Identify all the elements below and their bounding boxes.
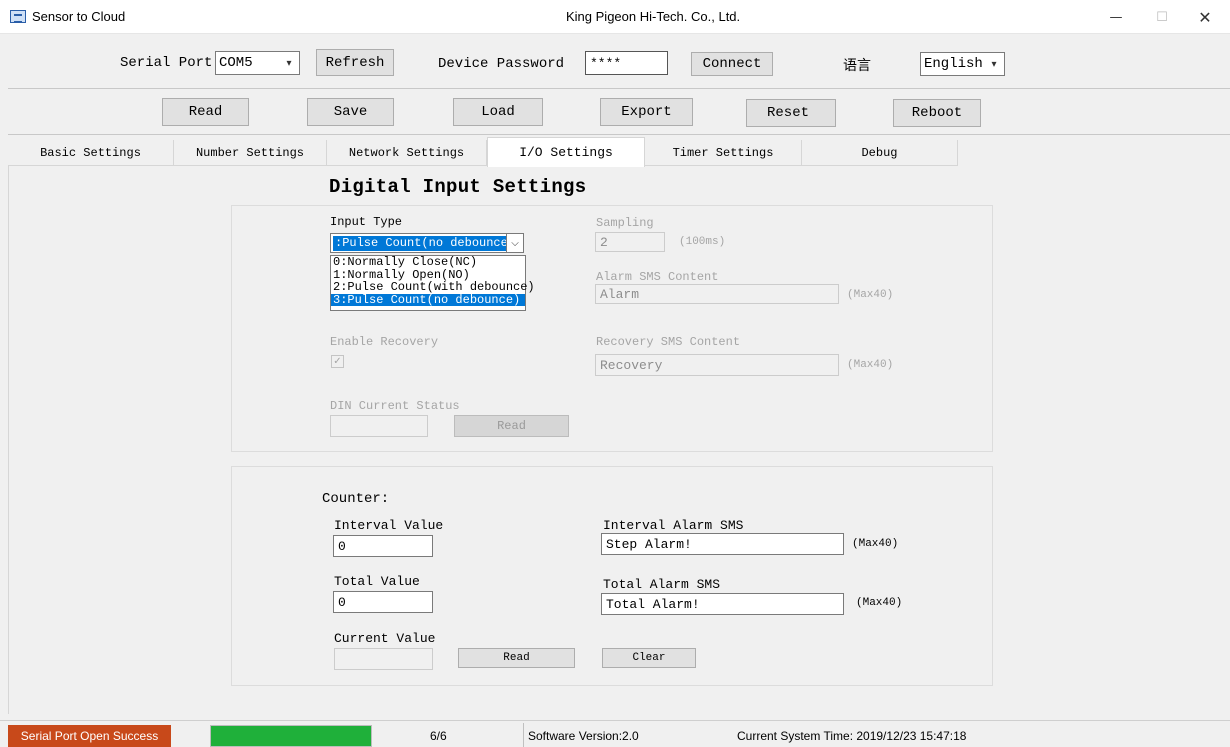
progress-bar — [210, 725, 372, 747]
sampling-label: Sampling — [596, 216, 654, 230]
progress-fill — [211, 726, 371, 746]
din-read-button[interactable]: Read — [454, 415, 569, 437]
interval-value-label: Interval Value — [334, 518, 444, 533]
interval-alarm-label: Interval Alarm SMS — [603, 518, 744, 533]
minimize-icon: — — [1109, 9, 1123, 25]
alarm-sms-max: (Max40) — [847, 289, 894, 301]
total-value-field[interactable]: 0 — [333, 591, 433, 613]
counter-read-button[interactable]: Read — [458, 648, 575, 668]
divider — [8, 88, 1230, 89]
interval-alarm-max: (Max40) — [852, 538, 899, 550]
progress-text: 6/6 — [430, 729, 447, 743]
reboot-button[interactable]: Reboot — [893, 99, 981, 127]
load-button[interactable]: Load — [453, 98, 543, 126]
read-button[interactable]: Read — [162, 98, 249, 126]
title-bar: Sensor to Cloud King Pigeon Hi-Tech. Co.… — [0, 0, 1230, 34]
input-type-value: :Pulse Count(no debounce) — [333, 235, 518, 251]
serial-port-value: COM5 — [219, 55, 253, 71]
save-button[interactable]: Save — [307, 98, 394, 126]
digital-input-heading: Digital Input Settings — [329, 176, 587, 198]
recovery-sms-label: Recovery SMS Content — [596, 335, 741, 349]
chevron-down-icon: ▾ — [991, 58, 997, 70]
chevron-down-icon: ⌵ — [506, 234, 523, 252]
tab-io-settings[interactable]: I/O Settings — [487, 137, 645, 167]
divider — [523, 723, 524, 747]
serial-port-label: Serial Port — [120, 55, 213, 71]
device-password-label: Device Password — [438, 56, 565, 72]
tab-debug[interactable]: Debug — [802, 140, 958, 166]
sampling-field[interactable]: 2 — [595, 232, 665, 252]
counter-clear-button[interactable]: Clear — [602, 648, 696, 668]
total-alarm-field[interactable]: Total Alarm! — [601, 593, 844, 615]
interval-alarm-field[interactable]: Step Alarm! — [601, 533, 844, 555]
total-value-label: Total Value — [334, 574, 420, 589]
company-name: King Pigeon Hi-Tech. Co., Ltd. — [566, 9, 741, 24]
din-status-field — [330, 415, 428, 437]
window-title: Sensor to Cloud — [32, 9, 126, 24]
software-version: Software Version:2.0 — [528, 729, 639, 743]
total-alarm-label: Total Alarm SMS — [603, 577, 721, 592]
din-status-label: DIN Current Status — [330, 399, 460, 413]
tab-timer-settings[interactable]: Timer Settings — [645, 140, 802, 166]
app-icon — [10, 10, 26, 23]
language-select[interactable]: English ▾ — [920, 52, 1005, 76]
dropdown-option[interactable]: 2:Pulse Count(with debounce) — [331, 281, 535, 294]
recovery-sms-field[interactable]: Recovery — [595, 354, 839, 376]
input-type-dropdown-list[interactable]: 0:Normally Close(NC) 1:Normally Open(NO)… — [330, 255, 535, 311]
dropdown-option[interactable]: 0:Normally Close(NC) — [331, 256, 525, 269]
tab-network-settings[interactable]: Network Settings — [327, 140, 487, 166]
interval-value-field[interactable]: 0 — [333, 535, 433, 557]
system-time: Current System Time: 2019/12/23 15:47:18 — [737, 729, 967, 743]
language-label: 语言 — [843, 57, 871, 73]
export-button[interactable]: Export — [600, 98, 693, 126]
dropdown-option-selected[interactable]: 3:Pulse Count(no debounce) — [331, 293, 525, 306]
maximize-icon: ☐ — [1156, 9, 1168, 25]
alarm-sms-label: Alarm SMS Content — [596, 270, 719, 284]
language-value: English — [924, 56, 983, 72]
recovery-sms-max: (Max40) — [847, 359, 894, 371]
close-button[interactable]: ✕ — [1182, 0, 1228, 34]
total-alarm-max: (Max40) — [856, 597, 903, 609]
tab-number-settings[interactable]: Number Settings — [174, 140, 327, 166]
current-value-field — [334, 648, 433, 670]
refresh-button[interactable]: Refresh — [316, 49, 394, 76]
alarm-sms-field[interactable]: Alarm — [595, 284, 839, 304]
tab-basic-settings[interactable]: Basic Settings — [8, 140, 174, 166]
enable-recovery-checkbox[interactable]: ✓ — [331, 355, 344, 368]
input-type-select[interactable]: :Pulse Count(no debounce) ⌵ — [330, 233, 524, 253]
check-icon: ✓ — [333, 356, 342, 367]
status-message: Serial Port Open Success — [8, 725, 171, 747]
device-password-field[interactable]: **** — [585, 51, 668, 75]
divider — [8, 134, 1230, 135]
connect-button[interactable]: Connect — [691, 52, 773, 76]
enable-recovery-label: Enable Recovery — [330, 335, 439, 349]
chevron-down-icon: ▾ — [286, 57, 292, 69]
input-type-label: Input Type — [330, 215, 403, 229]
maximize-button[interactable]: ☐ — [1139, 0, 1185, 34]
reset-button[interactable]: Reset — [746, 99, 836, 127]
current-value-label: Current Value — [334, 631, 436, 646]
counter-heading: Counter: — [322, 491, 390, 507]
minimize-button[interactable]: — — [1093, 0, 1139, 34]
sampling-unit: (100ms) — [679, 236, 726, 248]
serial-port-select[interactable]: COM5 ▾ — [215, 51, 300, 75]
close-icon: ✕ — [1198, 7, 1212, 27]
